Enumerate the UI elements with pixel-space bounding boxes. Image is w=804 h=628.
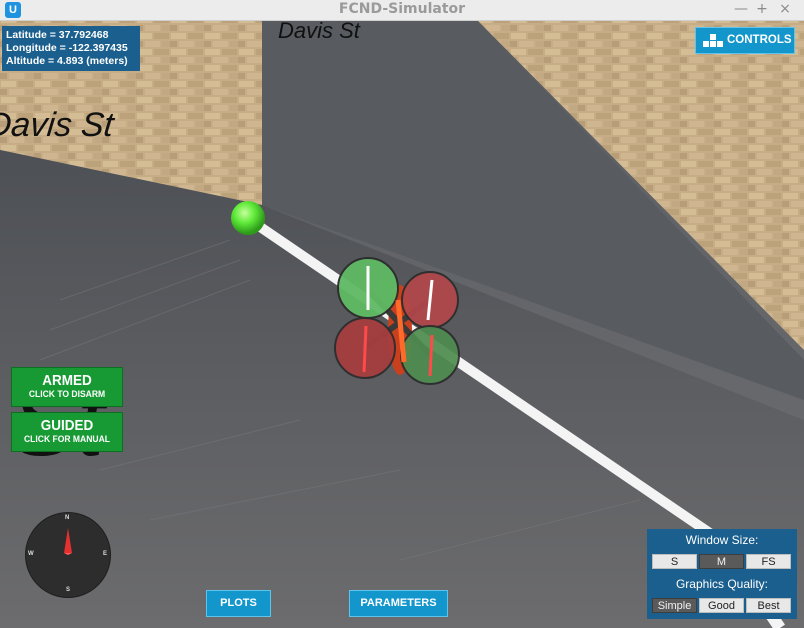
parameters-button[interactable]: PARAMETERS [349, 590, 448, 617]
armed-button[interactable]: ARMED CLICK TO DISARM [11, 367, 123, 407]
controls-button[interactable]: CONTROLS [695, 27, 795, 54]
maximize-button[interactable]: + [752, 0, 772, 20]
guided-subtitle: CLICK FOR MANUAL [24, 434, 110, 444]
gps-readout: Latitude = 37.792468 Longitude = -122.39… [2, 26, 140, 71]
settings-panel: Window Size: S M FS Graphics Quality: Si… [647, 529, 797, 619]
street-label-davis-left: Davis St [0, 106, 117, 144]
window-size-fs-button[interactable]: FS [746, 554, 791, 569]
gamepad-icon [703, 34, 723, 47]
graphics-best-button[interactable]: Best [746, 598, 791, 613]
guided-title: GUIDED [40, 417, 94, 434]
longitude-text: Longitude = -122.397435 [6, 42, 128, 54]
graphics-simple-button[interactable]: Simple [652, 598, 697, 613]
armed-subtitle: CLICK TO DISARM [28, 389, 106, 399]
graphics-good-button[interactable]: Good [699, 598, 744, 613]
latitude-text: Latitude = 37.792468 [6, 29, 109, 41]
plots-button[interactable]: PLOTS [206, 590, 271, 617]
window-size-label: Window Size: [685, 533, 759, 547]
altitude-text: Altitude = 4.893 (meters) [6, 55, 128, 67]
window-title: FCND-Simulator [338, 1, 466, 17]
minimize-button[interactable]: — [731, 0, 751, 20]
guided-button[interactable]: GUIDED CLICK FOR MANUAL [11, 412, 123, 452]
compass: N S E W [25, 512, 111, 598]
street-label-davis-top: Davis St [278, 21, 361, 43]
compass-needle-icon [64, 528, 72, 555]
title-bar: U FCND-Simulator — + × [0, 0, 804, 21]
window-size-m-button[interactable]: M [699, 554, 744, 569]
waypoint-marker [231, 201, 265, 235]
window-size-s-button[interactable]: S [652, 554, 697, 569]
close-button[interactable]: × [775, 0, 795, 20]
graphics-quality-label: Graphics Quality: [675, 577, 769, 591]
controls-label: CONTROLS [727, 34, 792, 46]
armed-title: ARMED [42, 372, 92, 389]
